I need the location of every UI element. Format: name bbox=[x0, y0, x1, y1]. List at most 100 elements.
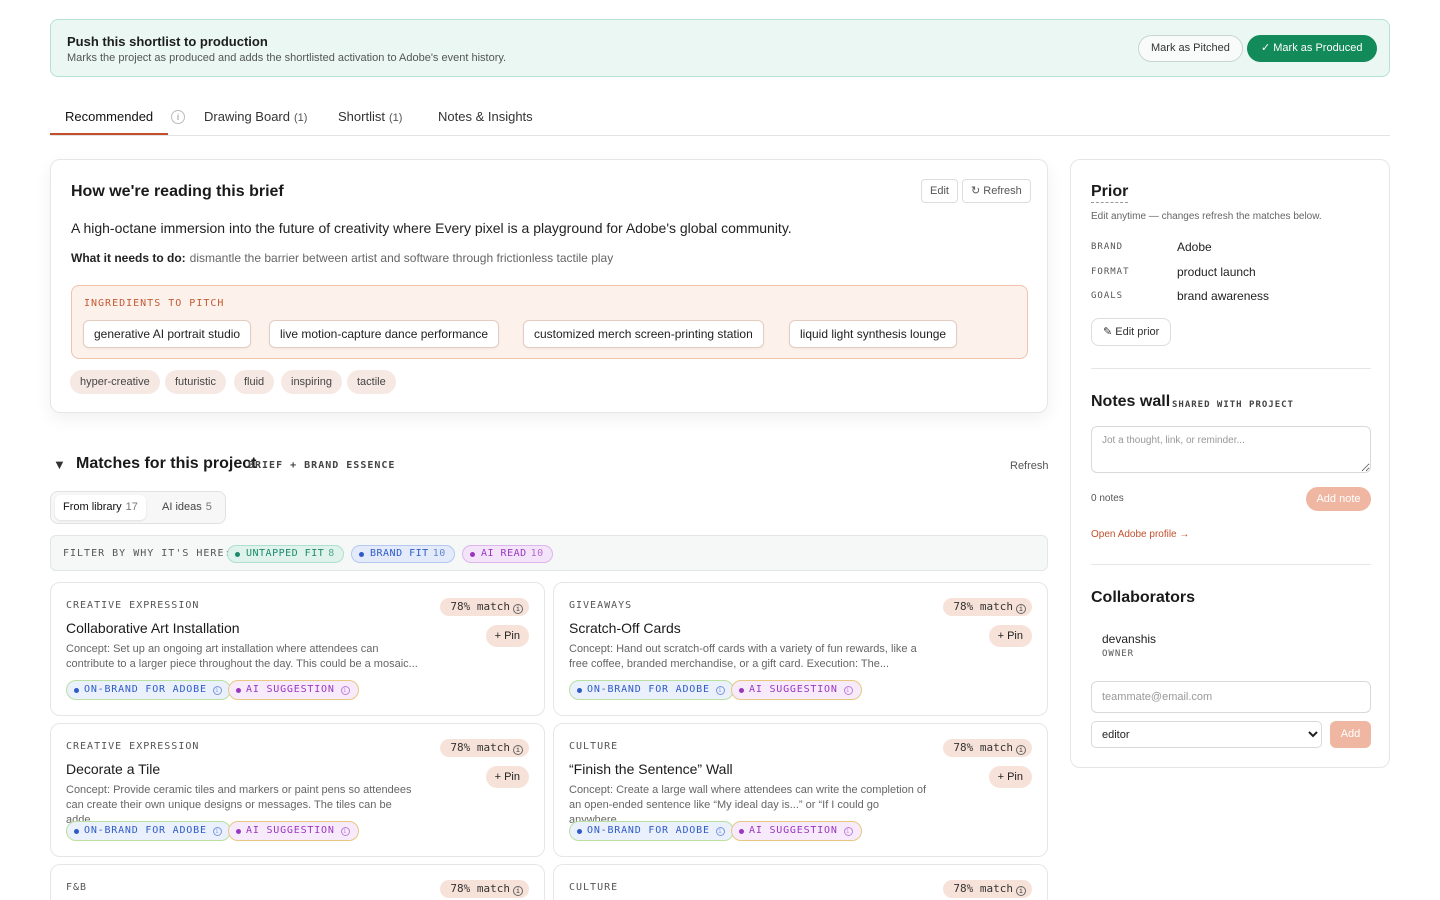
info-icon[interactable]: i bbox=[513, 886, 523, 896]
match-score-badge: 78% match i bbox=[440, 739, 529, 757]
info-icon[interactable]: i bbox=[1016, 604, 1026, 614]
on-brand-tag: ON-BRAND FOR ADOBE i bbox=[66, 680, 231, 700]
info-icon[interactable]: i bbox=[843, 827, 853, 836]
filter-pill-count: 8 bbox=[328, 548, 335, 559]
edit-prior-button[interactable]: ✎ Edit prior bbox=[1091, 318, 1172, 346]
ai-suggestion-tag: AI SUGGESTION i bbox=[228, 821, 359, 841]
prior-value: brand awareness bbox=[1177, 289, 1270, 303]
info-icon[interactable]: i bbox=[171, 110, 185, 124]
segment-label: AI ideas bbox=[162, 501, 202, 513]
mark-pitched-button[interactable]: Mark as Pitched bbox=[1138, 35, 1243, 62]
filter-ai-read[interactable]: AI READ 10 bbox=[462, 545, 553, 563]
info-icon[interactable]: i bbox=[212, 827, 222, 836]
segment-count: 17 bbox=[125, 501, 138, 513]
filter-untapped-fit[interactable]: UNTAPPED FIT 8 bbox=[227, 545, 344, 563]
segment-ai-ideas[interactable]: AI ideas 5 bbox=[154, 495, 220, 520]
side-panel: Prior Edit anytime — changes refresh the… bbox=[1070, 159, 1390, 768]
prior-key: BRAND bbox=[1091, 242, 1124, 252]
filter-pill-count: 10 bbox=[432, 548, 446, 559]
add-collaborator-button[interactable]: Add bbox=[1330, 721, 1371, 748]
match-score-badge: 78% match i bbox=[440, 880, 529, 898]
match-card[interactable]: F&B 78% match i bbox=[50, 864, 545, 900]
tag-label: ON-BRAND FOR ADOBE bbox=[587, 825, 710, 836]
on-brand-tag: ON-BRAND FOR ADOBE i bbox=[569, 680, 734, 700]
refresh-brief-button[interactable]: ↻ Refresh bbox=[962, 179, 1031, 203]
card-category: CULTURE bbox=[569, 741, 619, 752]
open-profile-link[interactable]: Open Adobe profile → bbox=[1091, 529, 1189, 540]
tab-label: Recommended bbox=[65, 109, 154, 124]
mark-produced-button[interactable]: ✓ Mark as Produced bbox=[1247, 35, 1377, 62]
prior-key: GOALS bbox=[1091, 291, 1124, 301]
tone-chip: hyper-creative bbox=[70, 370, 160, 394]
production-banner: Push this shortlist to production Marks … bbox=[50, 19, 1390, 77]
card-category: F&B bbox=[66, 882, 88, 893]
info-icon[interactable]: i bbox=[1016, 745, 1026, 755]
divider bbox=[1091, 564, 1371, 565]
info-icon[interactable]: i bbox=[715, 686, 725, 695]
ingredient-chip[interactable]: customized merch screen-printing station bbox=[523, 320, 764, 348]
info-icon[interactable]: i bbox=[340, 686, 350, 695]
add-note-button[interactable]: Add note bbox=[1306, 487, 1371, 511]
ingredients-label: INGREDIENTS TO PITCH bbox=[84, 298, 225, 309]
tab-label: Notes & Insights bbox=[438, 109, 533, 124]
match-card[interactable]: CREATIVE EXPRESSION 78% match i + Pin Col… bbox=[50, 582, 545, 716]
tab-count: (1) bbox=[388, 112, 403, 124]
tone-chip: inspiring bbox=[281, 370, 342, 394]
ingredients-box: INGREDIENTS TO PITCH generative AI portr… bbox=[71, 285, 1028, 359]
edit-brief-button[interactable]: Edit bbox=[921, 179, 958, 203]
collaborator-role: OWNER bbox=[1102, 649, 1135, 659]
tone-chip: futuristic bbox=[165, 370, 226, 394]
tab-label: Drawing Board bbox=[204, 109, 290, 124]
match-score-badge: 78% match i bbox=[943, 598, 1032, 616]
pin-button[interactable]: + Pin bbox=[485, 625, 529, 647]
tab-drawing-board[interactable]: Drawing Board (1) bbox=[204, 100, 307, 135]
info-icon[interactable]: i bbox=[513, 604, 523, 614]
match-score: 78% match bbox=[953, 741, 1013, 754]
tab-notes-insights[interactable]: Notes & Insights bbox=[438, 100, 533, 135]
prior-value: product launch bbox=[1177, 265, 1256, 279]
card-title: Decorate a Tile bbox=[66, 761, 161, 777]
ingredient-chip[interactable]: liquid light synthesis lounge bbox=[789, 320, 958, 348]
ai-suggestion-tag: AI SUGGESTION i bbox=[731, 821, 862, 841]
info-icon[interactable]: i bbox=[1016, 886, 1026, 896]
on-brand-tag: ON-BRAND FOR ADOBE i bbox=[66, 821, 231, 841]
info-icon[interactable]: i bbox=[843, 686, 853, 695]
brief-lead: A high-octane immersion into the future … bbox=[71, 220, 792, 236]
matches-refresh-button[interactable]: Refresh bbox=[1010, 460, 1049, 472]
tab-label: Shortlist bbox=[338, 109, 385, 124]
match-score: 78% match bbox=[953, 600, 1013, 613]
need-text: dismantle the barrier between artist and… bbox=[189, 251, 614, 265]
source-toggle: From library 17 AI ideas 5 bbox=[50, 491, 226, 524]
pin-button[interactable]: + Pin bbox=[988, 766, 1032, 788]
ingredient-chip[interactable]: generative AI portrait studio bbox=[83, 320, 252, 348]
tab-recommended[interactable]: Recommended bbox=[50, 100, 169, 135]
filter-pill-label: UNTAPPED FIT bbox=[246, 548, 325, 559]
info-icon[interactable]: i bbox=[212, 686, 222, 695]
collaborators-title: Collaborators bbox=[1091, 589, 1196, 606]
prior-title[interactable]: Prior bbox=[1091, 183, 1129, 203]
match-card[interactable]: CULTURE 78% match i + Pin “Finish the Sen… bbox=[553, 723, 1048, 857]
role-select[interactable]: editor bbox=[1091, 721, 1322, 748]
tag-label: ON-BRAND FOR ADOBE bbox=[84, 684, 207, 695]
match-card[interactable]: GIVEAWAYS 78% match i + Pin Scratch-Off C… bbox=[553, 582, 1048, 716]
note-input[interactable] bbox=[1091, 426, 1371, 473]
tag-label: AI SUGGESTION bbox=[246, 825, 335, 836]
filter-brand-fit[interactable]: BRAND FIT 10 bbox=[351, 545, 455, 563]
pin-button[interactable]: + Pin bbox=[485, 766, 529, 788]
match-card[interactable]: CREATIVE EXPRESSION 78% match i + Pin Dec… bbox=[50, 723, 545, 857]
info-icon[interactable]: i bbox=[340, 827, 350, 836]
match-card[interactable]: CULTURE 78% match i bbox=[553, 864, 1048, 900]
email-input[interactable] bbox=[1091, 681, 1371, 713]
filter-pill-label: AI READ bbox=[481, 548, 527, 559]
match-score: 78% match bbox=[450, 600, 510, 613]
info-icon[interactable]: i bbox=[513, 745, 523, 755]
tab-shortlist[interactable]: Shortlist (1) bbox=[338, 100, 402, 135]
tag-label: ON-BRAND FOR ADOBE bbox=[84, 825, 207, 836]
collapse-caret-icon[interactable]: ▼ bbox=[53, 457, 66, 472]
ingredient-chip[interactable]: live motion-capture dance performance bbox=[269, 320, 500, 348]
info-icon[interactable]: i bbox=[715, 827, 725, 836]
segment-from-library[interactable]: From library 17 bbox=[55, 495, 146, 520]
pin-button[interactable]: + Pin bbox=[988, 625, 1032, 647]
tab-bar: Recommended i Drawing Board (1) Shortlist… bbox=[50, 100, 1390, 136]
tone-chip: tactile bbox=[347, 370, 396, 394]
